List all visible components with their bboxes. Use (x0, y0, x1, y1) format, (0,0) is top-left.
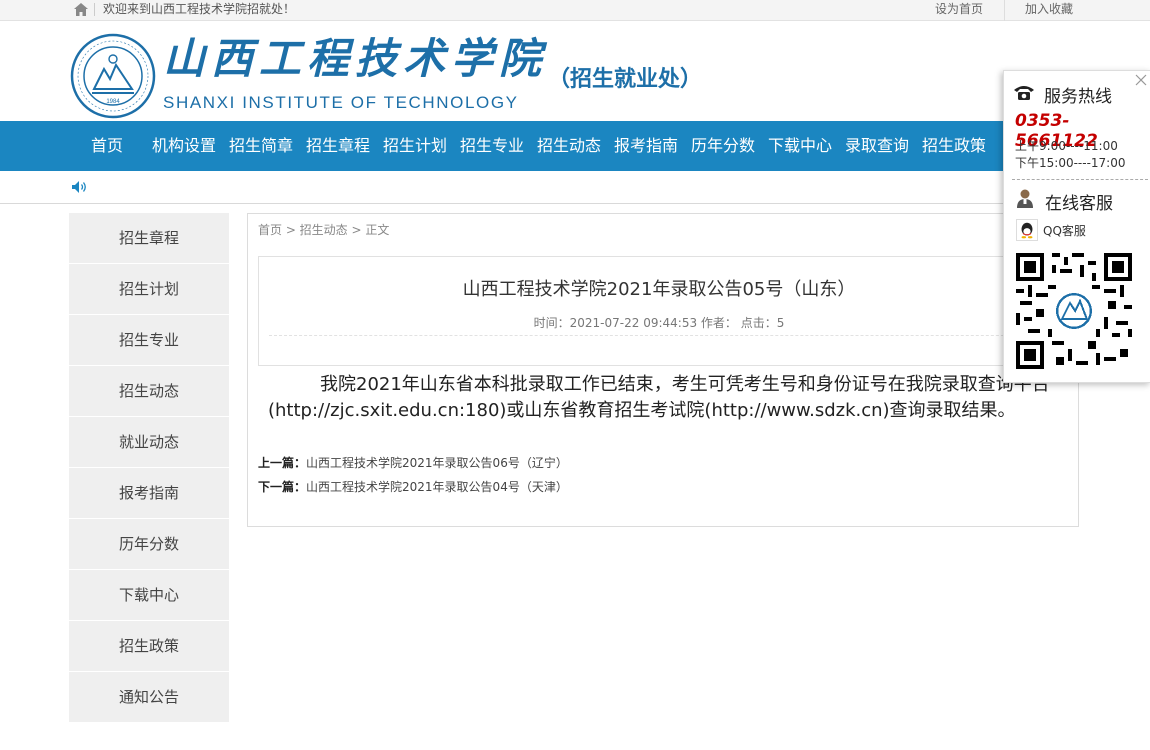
nav-organization[interactable]: 机构设置 (152, 121, 216, 171)
sidebar-item-employment[interactable]: 就业动态 (69, 417, 229, 468)
customer-service-icon (1017, 189, 1033, 208)
article-meta: 时间：2021-07-22 09:44:53 作者： 点击：5 (533, 316, 785, 330)
nav-policy[interactable]: 招生政策 (922, 121, 986, 171)
online-service-label: 在线客服 (1045, 194, 1113, 214)
school-seal-logo[interactable]: 1984 (70, 33, 156, 119)
school-name-chinese[interactable]: 山西工程技术学院 (163, 33, 547, 85)
divider (94, 3, 95, 16)
seal-year: 1984 (106, 99, 120, 105)
service-float-panel: 服务热线 0353-5661122 上午9:00----11:00 下午15:0… (1003, 70, 1150, 383)
nav-news[interactable]: 招生动态 (537, 121, 601, 171)
next-label: 下一篇： (258, 480, 307, 494)
nav-charter[interactable]: 招生章程 (306, 121, 370, 171)
hours-afternoon: 下午15:00----17:00 (1015, 156, 1126, 170)
department-name: （招生就业处） (548, 66, 703, 92)
nav-brochure[interactable]: 招生简章 (229, 121, 293, 171)
nav-plan[interactable]: 招生计划 (383, 121, 447, 171)
nav-majors[interactable]: 招生专业 (460, 121, 524, 171)
nav-guide[interactable]: 报考指南 (614, 121, 678, 171)
hotline-label: 服务热线 (1044, 87, 1112, 107)
prev-article-link[interactable]: 山西工程技术学院2021年录取公告06号（辽宁） (306, 456, 568, 470)
sidebar-item-majors[interactable]: 招生专业 (69, 315, 229, 366)
prev-article[interactable]: 上一篇：山西工程技术学院2021年录取公告06号（辽宁） (258, 454, 568, 471)
sidebar-item-plan[interactable]: 招生计划 (69, 264, 229, 315)
top-bar: 欢迎来到山西工程技术学院招就处！ 设为首页 加入收藏 (0, 0, 1150, 21)
prev-label: 上一篇： (258, 456, 307, 470)
sidebar-item-charter[interactable]: 招生章程 (69, 213, 229, 264)
nav-admission-query[interactable]: 录取查询 (845, 121, 909, 171)
article-body: 我院2021年山东省本科批录取工作已结束，考生可凭考生号和身份证号在我院录取查询… (268, 374, 1050, 421)
speaker-icon (72, 181, 86, 193)
nav-downloads[interactable]: 下载中心 (768, 121, 832, 171)
school-name-english: SHANXI INSTITUTE OF TECHNOLOGY (163, 93, 519, 112)
article-panel: 首页 > 招生动态 > 正文 山西工程技术学院2021年录取公告05号（山东） … (247, 213, 1079, 527)
add-favorite-link[interactable]: 加入收藏 (1025, 2, 1073, 17)
nav-home[interactable]: 首页 (91, 121, 123, 171)
next-article[interactable]: 下一篇：山西工程技术学院2021年录取公告04号（天津） (258, 478, 568, 495)
hours-morning: 上午9:00----11:00 (1015, 139, 1118, 153)
sidebar-item-news[interactable]: 招生动态 (69, 366, 229, 417)
next-article-link[interactable]: 山西工程技术学院2021年录取公告04号（天津） (306, 480, 568, 494)
divider (1012, 179, 1148, 180)
site-header: 1984 山西工程技术学院 SHANXI INSTITUTE OF TECHNO… (0, 21, 1150, 121)
qr-code (1016, 253, 1132, 369)
phone-icon (1014, 86, 1034, 100)
article-header: 山西工程技术学院2021年录取公告05号（山东） 时间：2021-07-22 0… (258, 256, 1068, 366)
divider (1004, 0, 1005, 21)
sidebar-menu: 招生章程 招生计划 招生专业 招生动态 就业动态 报考指南 历年分数 下载中心 … (69, 213, 229, 723)
qq-icon[interactable] (1016, 219, 1038, 241)
sidebar-item-downloads[interactable]: 下载中心 (69, 570, 229, 621)
home-icon[interactable] (74, 3, 88, 16)
article-title: 山西工程技术学院2021年录取公告05号（山东） (462, 279, 856, 300)
sidebar-item-guide[interactable]: 报考指南 (69, 468, 229, 519)
set-home-link[interactable]: 设为首页 (935, 2, 983, 17)
breadcrumb[interactable]: 首页 > 招生动态 > 正文 (258, 221, 389, 238)
sidebar-item-policy[interactable]: 招生政策 (69, 621, 229, 672)
nav-scores[interactable]: 历年分数 (691, 121, 755, 171)
welcome-text: 欢迎来到山西工程技术学院招就处！ (103, 2, 296, 16)
sidebar-item-scores[interactable]: 历年分数 (69, 519, 229, 570)
qq-service-link[interactable]: QQ客服 (1043, 222, 1086, 239)
main-nav: 首页 机构设置 招生简章 招生章程 招生计划 招生专业 招生动态 报考指南 历年… (0, 121, 1150, 171)
close-icon[interactable] (1134, 73, 1148, 87)
divider (269, 335, 1059, 336)
notice-bar (0, 171, 1150, 204)
sidebar-item-notices[interactable]: 通知公告 (69, 672, 229, 723)
